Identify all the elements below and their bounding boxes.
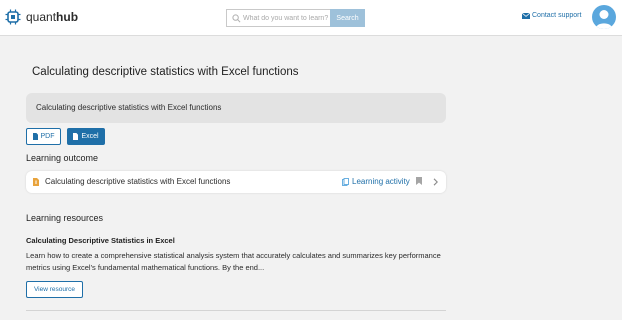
pdf-label: PDF (40, 133, 55, 140)
resource-description: Learn how to create a comprehensive stat… (26, 251, 441, 272)
topic-banner: Calculating descriptive statistics with … (26, 93, 446, 123)
chevron-right-icon[interactable] (433, 178, 438, 186)
pdf-icon (32, 133, 38, 140)
search-input[interactable] (243, 10, 329, 26)
learning-outcome-heading: Learning outcome (26, 153, 99, 163)
learning-activity-link[interactable]: Learning activity (342, 177, 410, 186)
contact-support-label: Contact support (532, 12, 582, 19)
learning-activity-label: Learning activity (352, 177, 410, 186)
view-resource-button[interactable]: View resource (26, 281, 83, 298)
mail-icon (522, 12, 530, 19)
top-header: quanthub Search Contact support (0, 0, 622, 36)
search-button[interactable]: Search (330, 9, 365, 27)
excel-icon (73, 133, 79, 140)
banner-text: Calculating descriptive statistics with … (36, 103, 222, 112)
excel-button[interactable]: Excel (67, 128, 105, 145)
excel-label: Excel (81, 133, 99, 140)
brand-name[interactable]: quanthub (26, 10, 78, 24)
search-box (226, 9, 330, 27)
brand-suffix: hub (56, 10, 79, 24)
quanthub-logo-icon[interactable] (5, 9, 21, 25)
search-icon (232, 14, 241, 23)
bookmark-icon[interactable] (416, 177, 422, 185)
resource-title: Calculating Descriptive Statistics in Ex… (26, 236, 175, 245)
avatar-icon (595, 10, 613, 29)
learning-outcome-card[interactable]: Calculating descriptive statistics with … (26, 171, 446, 193)
page-title: Calculating descriptive statistics with … (32, 66, 299, 78)
avatar[interactable] (592, 5, 616, 29)
contact-support-link[interactable]: Contact support (522, 12, 581, 19)
learning-resources-heading: Learning resources (26, 213, 104, 223)
pdf-button[interactable]: PDF (26, 128, 61, 145)
brand-prefix: quant (26, 10, 57, 24)
outcome-text: Calculating descriptive statistics with … (45, 177, 231, 186)
outcome-icon (33, 178, 39, 186)
copy-icon (342, 177, 349, 186)
divider (26, 310, 446, 311)
